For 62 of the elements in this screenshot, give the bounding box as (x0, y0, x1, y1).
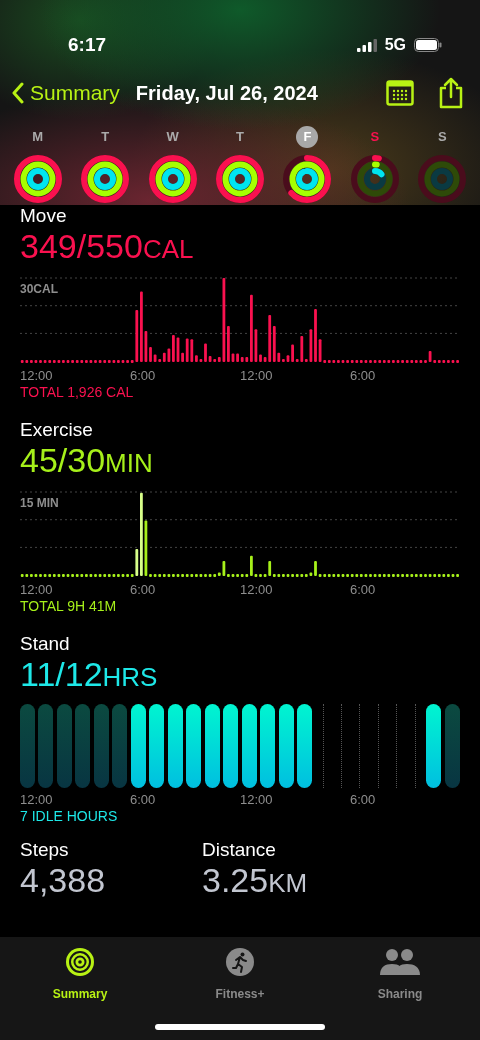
network-type: 5G (384, 35, 406, 55)
activity-rings-icon (282, 154, 333, 204)
day-letter: W (165, 128, 180, 146)
day-ring-button[interactable]: S (408, 126, 476, 204)
stat-label: Distance (202, 839, 277, 861)
activity-rings-icon (214, 154, 265, 204)
back-button[interactable]: Summary (12, 77, 120, 109)
axis-label: 30CAL (20, 281, 58, 298)
tab-button[interactable]: Sharing (320, 945, 480, 1003)
rings-icon (64, 946, 96, 978)
axis-label: 12:00 (20, 368, 54, 384)
day-letter: F (296, 126, 319, 148)
metric-label: Move (20, 205, 68, 227)
axis-label: 12:00 (20, 582, 54, 598)
activity-rings-icon (147, 154, 198, 204)
day-letter: M (31, 128, 45, 146)
chevron-icon (12, 82, 24, 104)
axis-label: 12:00 (240, 368, 274, 384)
axis-label: 12:00 (240, 792, 274, 808)
metric-total: 7 IDLE HOURS (20, 808, 119, 825)
day-ring-button[interactable]: W (138, 126, 207, 204)
metric-value: 11/12HRS (20, 655, 159, 695)
day-letter: S (369, 128, 381, 146)
axis-label: 6:00 (130, 368, 157, 384)
tab-button[interactable]: Fitness+ (160, 945, 320, 1003)
axis-label: 15 MIN (20, 495, 59, 512)
axis-label: 12:00 (20, 792, 54, 808)
axis-label: 12:00 (240, 582, 274, 598)
day-ring-button[interactable]: S (341, 126, 409, 204)
metric-value: 45/30MIN (20, 441, 154, 481)
date-title: Friday, Jul 26, 2024 (135, 81, 318, 106)
metric-total: TOTAL 9H 41M (20, 598, 118, 615)
calendar-button[interactable] (386, 80, 414, 106)
axis-label: 6:00 (130, 792, 157, 808)
axis-label: 6:00 (350, 792, 377, 808)
status-time: 6:17 (68, 32, 107, 57)
axis-label: 6:00 (350, 368, 377, 384)
tab-button[interactable]: Summary (0, 945, 160, 1003)
activity-rings-icon (12, 154, 63, 204)
day-ring-button[interactable]: M (4, 126, 72, 204)
day-letter: S (436, 128, 448, 146)
day-letter: T (235, 128, 245, 146)
activity-rings-icon (80, 154, 131, 204)
metric-value: 349/550CAL (20, 227, 195, 267)
metric-label: Stand (20, 633, 71, 655)
runner-icon (225, 947, 255, 977)
day-ring-button[interactable]: T (71, 126, 139, 204)
battery-icon (414, 38, 442, 52)
people-icon (380, 948, 420, 976)
metric-total: TOTAL 1,926 CAL (20, 384, 135, 401)
metric-label: Exercise (20, 419, 94, 441)
share-button[interactable] (438, 77, 464, 109)
stat-value: 3.25KM (202, 861, 309, 901)
stat-label: Steps (20, 839, 70, 861)
signal-icon (356, 38, 377, 52)
axis-label: 6:00 (130, 582, 157, 598)
activity-rings-icon (349, 154, 400, 204)
day-ring-button[interactable]: T (206, 126, 274, 204)
stat-value: 4,388 (20, 861, 107, 899)
activity-rings-icon (417, 154, 468, 204)
axis-label: 6:00 (350, 582, 377, 598)
day-letter: T (100, 128, 111, 146)
